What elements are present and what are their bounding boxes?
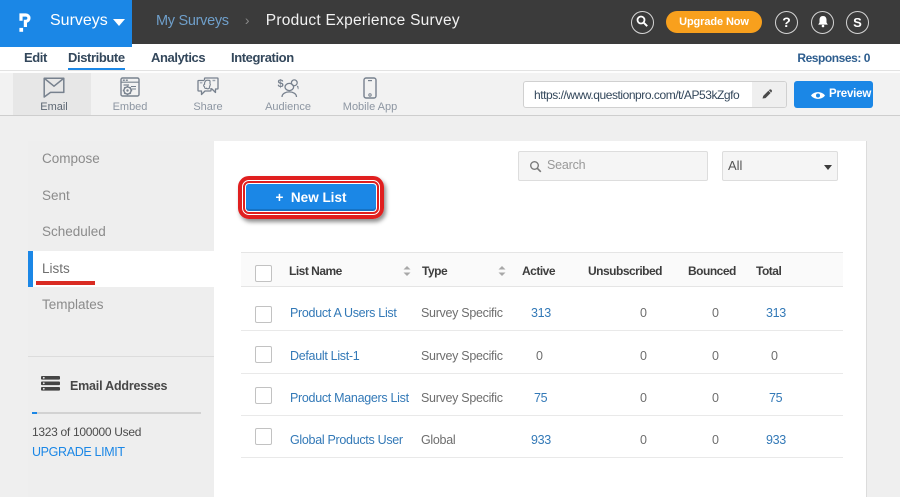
svg-text:$: $ — [278, 78, 284, 90]
